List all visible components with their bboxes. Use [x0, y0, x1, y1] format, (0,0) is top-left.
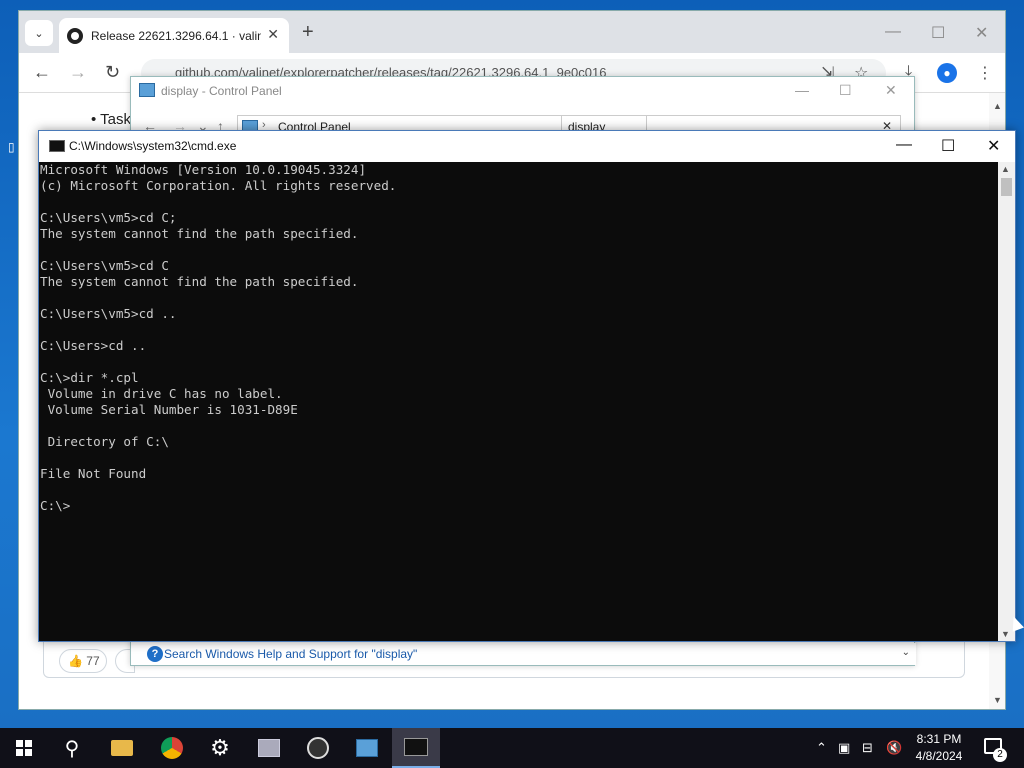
tab-close-icon[interactable]: ✕ — [267, 26, 279, 43]
maximize-icon[interactable]: ☐ — [839, 82, 852, 99]
console-line: Directory of C:\ — [40, 434, 169, 449]
taskbar-control-panel[interactable] — [343, 728, 391, 768]
control-panel-titlebar: display - Control Panel — ☐ ✕ — [131, 77, 914, 105]
tab-title: Release 22621.3296.64.1 · valinet — [91, 28, 261, 43]
console-line: Microsoft Windows [Version 10.0.19045.33… — [40, 162, 367, 177]
console-line: C:\>dir *.cpl — [40, 370, 139, 385]
reload-icon[interactable]: ↻ — [105, 62, 120, 83]
console-line: C:\Users>cd .. — [40, 338, 147, 353]
server-manager-icon — [258, 739, 280, 757]
console-line: File Not Found — [40, 466, 147, 481]
help-icon: ? — [147, 646, 163, 662]
forward-icon[interactable]: → — [69, 62, 87, 83]
github-icon — [67, 27, 83, 44]
taskbar-file-explorer[interactable] — [98, 728, 146, 768]
reaction-thumbs-up[interactable]: 👍 77 — [59, 649, 107, 673]
gear-icon: ⚙ — [210, 735, 230, 760]
console-line: The system cannot find the path specifie… — [40, 274, 359, 289]
close-icon[interactable]: ✕ — [885, 82, 897, 99]
cmd-icon — [49, 140, 65, 152]
taskbar-cmd[interactable] — [392, 728, 440, 768]
console-line: C:\Users\vm5>cd .. — [40, 306, 177, 321]
notification-count-badge: 2 — [993, 748, 1007, 762]
network-icon[interactable]: ⊟ — [862, 740, 873, 756]
tray-app-icon[interactable]: ▣ — [838, 740, 850, 756]
maximize-icon[interactable]: ☐ — [941, 136, 955, 156]
control-panel-footer: ? Search Windows Help and Support for "d… — [131, 643, 916, 665]
search-help-link[interactable]: Search Windows Help and Support for "dis… — [164, 647, 417, 661]
minimize-icon[interactable]: — — [795, 82, 809, 98]
cmd-icon — [404, 738, 428, 756]
chevron-down-icon[interactable]: ⌄ — [902, 647, 910, 658]
console-line: C:\Users\vm5>cd C; — [40, 210, 177, 225]
console-line: Volume Serial Number is 1031-D89E — [40, 402, 298, 417]
close-icon[interactable]: ✕ — [987, 136, 1000, 156]
start-button[interactable] — [0, 728, 48, 768]
taskbar-settings[interactable]: ⚙ — [196, 728, 244, 768]
browser-tab[interactable]: Release 22621.3296.64.1 · valinet ✕ — [59, 18, 289, 53]
console-line: The system cannot find the path specifie… — [40, 226, 359, 241]
scroll-up-icon[interactable]: ▲ — [993, 101, 1002, 111]
chevron-down-icon: ⌄ — [34, 27, 44, 40]
scroll-thumb[interactable] — [1001, 178, 1012, 196]
cmd-titlebar: C:\Windows\system32\cmd.exe — ☐ ✕ — [39, 131, 1015, 162]
tab-search-button[interactable]: ⌄ — [25, 20, 53, 46]
desktop-icon-edge[interactable]: ▯ — [8, 140, 15, 154]
cmd-scrollbar[interactable]: ▲ ▼ — [998, 162, 1015, 641]
console-line: C:\Users\vm5>cd C — [40, 258, 169, 273]
console-line: (c) Microsoft Corporation. All rights re… — [40, 178, 397, 193]
taskbar-search-button[interactable]: ⚲ — [48, 728, 96, 768]
scroll-down-icon[interactable]: ▼ — [993, 695, 1002, 705]
chrome-tab-bar: ⌄ Release 22621.3296.64.1 · valinet ✕ + … — [19, 11, 1005, 53]
taskbar: ⚲ ⚙ ⌃ ▣ ⊟ 🔇 8:31 PM 4/8/2024 2 — [0, 728, 1024, 768]
profile-avatar-icon[interactable]: ● — [937, 63, 957, 83]
show-hidden-icons-icon[interactable]: ⌃ — [816, 740, 827, 756]
chrome-icon — [161, 737, 183, 759]
cmd-console-output[interactable]: Microsoft Windows [Version 10.0.19045.33… — [39, 162, 999, 641]
minimize-icon[interactable]: — — [885, 23, 901, 41]
maximize-icon[interactable]: ☐ — [931, 23, 945, 43]
windows-logo-icon — [16, 740, 32, 756]
search-icon: ⚲ — [64, 737, 80, 760]
back-icon[interactable]: ← — [33, 62, 51, 83]
minimize-icon[interactable]: — — [896, 136, 912, 154]
obs-icon — [307, 737, 329, 759]
console-line: Volume in drive C has no label. — [40, 386, 283, 401]
scroll-up-icon[interactable]: ▲ — [1001, 164, 1010, 174]
clock-time: 8:31 PM — [916, 732, 962, 746]
control-panel-icon — [356, 739, 378, 757]
new-tab-icon[interactable]: + — [302, 21, 314, 44]
system-clock[interactable]: 8:31 PM 4/8/2024 — [908, 731, 970, 765]
close-icon[interactable]: ✕ — [975, 23, 988, 43]
clock-date: 4/8/2024 — [915, 749, 963, 763]
taskbar-obs[interactable] — [294, 728, 342, 768]
control-panel-title: display - Control Panel — [161, 84, 282, 98]
more-menu-icon[interactable]: ⋮ — [977, 63, 993, 83]
volume-muted-icon[interactable]: 🔇 — [886, 740, 902, 756]
console-line: C:\> — [40, 498, 71, 513]
cmd-window: C:\Windows\system32\cmd.exe — ☐ ✕ Micros… — [38, 130, 1016, 642]
taskbar-control-panel-app[interactable] — [245, 728, 293, 768]
folder-icon — [111, 740, 133, 756]
scroll-down-icon[interactable]: ▼ — [1001, 629, 1010, 639]
control-panel-icon — [139, 83, 155, 97]
cmd-title: C:\Windows\system32\cmd.exe — [69, 139, 237, 153]
taskbar-chrome[interactable] — [148, 728, 196, 768]
